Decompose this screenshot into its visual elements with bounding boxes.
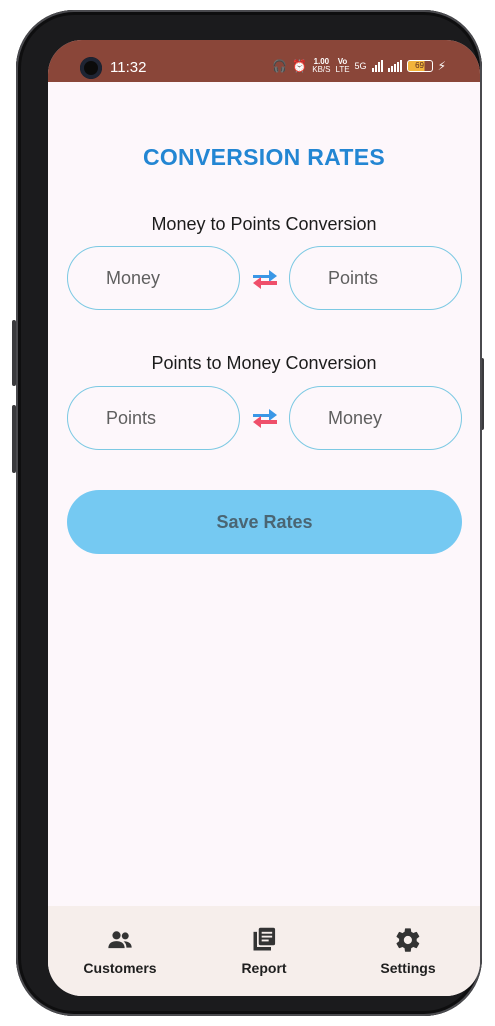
points-to-money-label: Points to Money Conversion bbox=[151, 353, 377, 373]
report-icon bbox=[253, 927, 276, 951]
nav-label-report: Report bbox=[241, 960, 287, 976]
nav-label-settings: Settings bbox=[380, 960, 436, 976]
save-rates-button[interactable]: Save Rates bbox=[67, 490, 462, 554]
people-icon bbox=[108, 931, 132, 949]
nav-item-settings[interactable]: Settings bbox=[336, 906, 480, 996]
points-input-2[interactable] bbox=[67, 386, 240, 450]
volte-indicator: Vo LTE bbox=[335, 58, 349, 74]
alarm-icon: ⏰ bbox=[292, 59, 308, 73]
network-speed-unit: KB/S bbox=[312, 65, 331, 74]
page-title: CONVERSION RATES bbox=[142, 144, 386, 170]
swap-arrows-icon bbox=[253, 270, 277, 289]
signal-bars-2-icon bbox=[387, 60, 402, 72]
swap-arrows-icon-2 bbox=[253, 409, 277, 428]
gear-icon bbox=[396, 928, 420, 952]
nav-item-customers[interactable]: Customers bbox=[48, 906, 192, 996]
headphones-icon: 🎧 bbox=[272, 59, 288, 73]
money-input[interactable] bbox=[67, 246, 240, 310]
battery-icon: 69 bbox=[406, 60, 433, 72]
network-5g-label: 5G bbox=[354, 61, 367, 71]
status-time: 11:32 bbox=[110, 59, 147, 76]
nav-label-customers: Customers bbox=[83, 960, 157, 976]
points-input[interactable] bbox=[289, 246, 462, 310]
bottom-navigation: Customers Report Settings bbox=[48, 906, 480, 996]
status-bar: 11:32 🎧 ⏰ 1.00 KB/S Vo LTE 5G 69 ⚡ bbox=[48, 40, 480, 82]
front-camera bbox=[80, 57, 102, 79]
phone-frame: 11:32 🎧 ⏰ 1.00 KB/S Vo LTE 5G 69 ⚡ CONVE… bbox=[16, 10, 482, 1016]
signal-bars-icon bbox=[371, 60, 383, 72]
nav-item-report[interactable]: Report bbox=[192, 906, 336, 996]
status-icons: 🎧 ⏰ 1.00 KB/S Vo LTE 5G 69 ⚡ bbox=[272, 58, 446, 74]
money-input-2[interactable] bbox=[289, 386, 462, 450]
charging-bolt-icon: ⚡ bbox=[437, 59, 446, 73]
lte-label: LTE bbox=[335, 65, 350, 74]
network-speed: 1.00 KB/S bbox=[312, 58, 330, 74]
screen: 11:32 🎧 ⏰ 1.00 KB/S Vo LTE 5G 69 ⚡ CONVE… bbox=[48, 40, 480, 996]
money-to-points-label: Money to Points Conversion bbox=[151, 214, 377, 234]
